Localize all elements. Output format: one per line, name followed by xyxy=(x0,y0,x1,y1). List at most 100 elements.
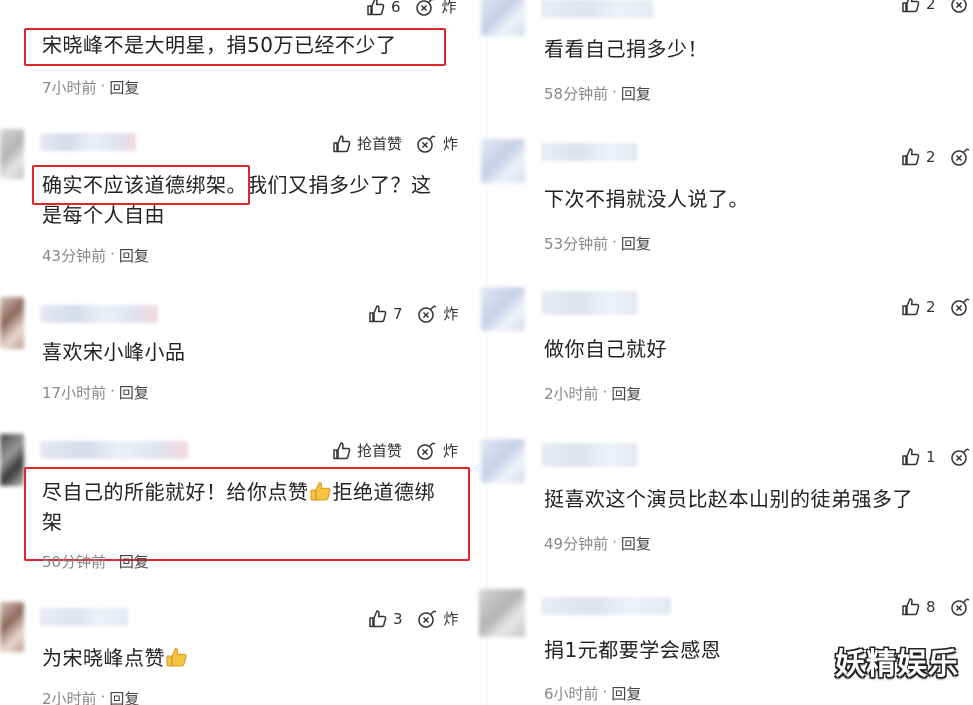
like-button[interactable]: 2 xyxy=(901,297,936,317)
username-blurred[interactable] xyxy=(40,441,188,459)
like-button[interactable]: 7 xyxy=(368,304,403,324)
avatar[interactable] xyxy=(481,139,525,183)
comment-text-line-2: 架 xyxy=(42,510,63,534)
bomb-label: 炸 xyxy=(443,305,459,323)
username-blurred[interactable] xyxy=(541,597,671,615)
comment-text: 喜欢宋小峰小品 xyxy=(42,340,186,364)
avatar[interactable] xyxy=(0,129,24,179)
comment-meta: 7小时前 · 回复 xyxy=(42,77,140,98)
bomb-label: 炸 xyxy=(443,135,459,153)
reply-button[interactable]: 回复 xyxy=(119,551,149,572)
left-comment-column: 6 炸 宋晓峰不是大明星，捐50万已经不少了 7小时前 · 回复 抢首赞 炸 确… xyxy=(0,0,486,705)
comment-meta: 2小时前 · 回复 xyxy=(42,688,139,705)
bomb-button[interactable]: 炸 xyxy=(417,303,459,324)
bomb-icon xyxy=(417,609,436,628)
comment-text-line-1: 尽自己的所能就好！给你点赞 拒绝道德绑 xyxy=(42,477,435,507)
reply-button[interactable]: 回复 xyxy=(611,683,641,704)
right-comment-column: 2 看看自己捐多少！ 58分钟前 · 回复 2 下次不捐就没人说了。 53分钟前… xyxy=(479,0,973,705)
comment-meta: 49分钟前 · 回复 xyxy=(544,533,651,554)
comment-text: 宋晓峰不是大明星，捐50万已经不少了 xyxy=(42,33,397,57)
reply-button[interactable]: 回复 xyxy=(119,245,149,266)
comment-text-line-1: 确实不应该道德绑架。我们又捐多少了？这 xyxy=(42,173,432,197)
comment-item: 2 下次不捐就没人说了。 53分钟前 · 回复 xyxy=(481,135,973,260)
username-blurred[interactable] xyxy=(40,608,128,626)
thumbs-up-icon xyxy=(333,134,351,152)
avatar[interactable] xyxy=(0,602,24,652)
username-blurred[interactable] xyxy=(541,291,637,315)
bomb-button[interactable] xyxy=(950,597,972,617)
comment-meta: 58分钟前 · 回复 xyxy=(544,83,651,104)
bomb-label: 炸 xyxy=(441,0,457,16)
like-button[interactable]: 3 xyxy=(368,609,403,629)
comment-actions: 抢首赞 炸 xyxy=(332,440,458,461)
reply-button[interactable]: 回复 xyxy=(109,688,139,705)
bomb-button[interactable] xyxy=(950,447,972,467)
comment-text: 捐1元都要学会感恩 xyxy=(544,638,722,662)
bomb-button[interactable] xyxy=(950,297,972,317)
comment-actions: 3 炸 xyxy=(368,608,459,629)
like-count: 抢首赞 xyxy=(357,442,403,460)
thumbs-up-icon xyxy=(902,298,920,316)
comment-actions: 2 xyxy=(901,297,972,317)
username-blurred[interactable] xyxy=(541,443,637,467)
bomb-icon xyxy=(417,304,436,323)
comment-item: 2 做你自己就好 2小时前 · 回复 xyxy=(481,285,973,410)
thumbs-up-emoji xyxy=(310,481,331,501)
comment-text-part-1: 尽自己的所能就好！给你点赞 xyxy=(42,480,309,504)
bomb-icon xyxy=(950,598,969,616)
bomb-button[interactable] xyxy=(950,147,972,167)
reply-button[interactable]: 回复 xyxy=(621,83,651,104)
comment-text: 下次不捐就没人说了。 xyxy=(544,187,749,211)
comment-text-line-2: 是每个人自由 xyxy=(42,203,165,227)
comment-item: 3 炸 为宋晓峰点赞 2小时前 · 回复 xyxy=(0,598,486,705)
like-button[interactable]: 8 xyxy=(901,597,936,617)
bomb-icon xyxy=(950,448,969,466)
comment-item: 抢首赞 炸 尽自己的所能就好！给你点赞 拒绝道德绑 架 50分钟前 · 回复 xyxy=(0,430,486,580)
bomb-icon xyxy=(415,0,434,16)
thumbs-up-icon xyxy=(369,304,387,322)
comment-actions: 2 xyxy=(901,0,972,14)
thumbs-up-icon xyxy=(902,448,920,466)
reply-button[interactable]: 回复 xyxy=(611,383,641,404)
comment-item: 7 炸 喜欢宋小峰小品 17小时前 · 回复 xyxy=(0,295,486,415)
comment-text: 挺喜欢这个演员比赵本山别的徒弟强多了 xyxy=(544,487,913,511)
bomb-button[interactable]: 炸 xyxy=(417,608,459,629)
username-blurred[interactable] xyxy=(40,133,136,151)
like-button[interactable]: 抢首赞 xyxy=(332,440,402,461)
avatar[interactable] xyxy=(0,434,24,486)
comment-item: 1 挺喜欢这个演员比赵本山别的徒弟强多了 49分钟前 · 回复 xyxy=(481,435,973,570)
comment-time: 2小时前 xyxy=(42,690,97,705)
like-button[interactable]: 抢首赞 xyxy=(332,133,402,154)
bomb-label: 炸 xyxy=(443,610,459,628)
like-count: 7 xyxy=(393,304,403,323)
comment-actions: 1 xyxy=(901,447,972,467)
bomb-button[interactable] xyxy=(950,0,972,14)
like-button[interactable]: 2 xyxy=(901,147,936,167)
like-button[interactable]: 6 xyxy=(366,0,401,17)
like-button[interactable]: 2 xyxy=(901,0,936,14)
comment-text: 看看自己捐多少！ xyxy=(544,37,708,61)
avatar[interactable] xyxy=(481,439,525,483)
thumbs-up-icon xyxy=(902,0,920,13)
bomb-button[interactable]: 炸 xyxy=(416,440,458,461)
like-button[interactable]: 1 xyxy=(901,447,936,467)
avatar[interactable] xyxy=(0,297,24,349)
bomb-icon xyxy=(950,0,967,13)
comment-actions: 2 xyxy=(901,147,972,167)
comment-time: 50分钟前 xyxy=(42,553,107,571)
comment-meta: 6小时前 · 回复 xyxy=(544,683,642,704)
reply-button[interactable]: 回复 xyxy=(621,533,651,554)
username-blurred[interactable] xyxy=(541,143,637,161)
bomb-button[interactable]: 炸 xyxy=(415,0,457,17)
avatar[interactable] xyxy=(479,589,525,637)
reply-button[interactable]: 回复 xyxy=(109,77,139,98)
username-blurred[interactable] xyxy=(541,0,653,18)
avatar[interactable] xyxy=(481,287,525,331)
comment-time: 2小时前 xyxy=(544,385,599,403)
reply-button[interactable]: 回复 xyxy=(621,233,651,254)
bomb-button[interactable]: 炸 xyxy=(416,133,458,154)
reply-button[interactable]: 回复 xyxy=(119,382,149,403)
avatar[interactable] xyxy=(481,0,525,36)
username-blurred[interactable] xyxy=(40,305,158,323)
thumbs-up-emoji xyxy=(166,647,187,667)
